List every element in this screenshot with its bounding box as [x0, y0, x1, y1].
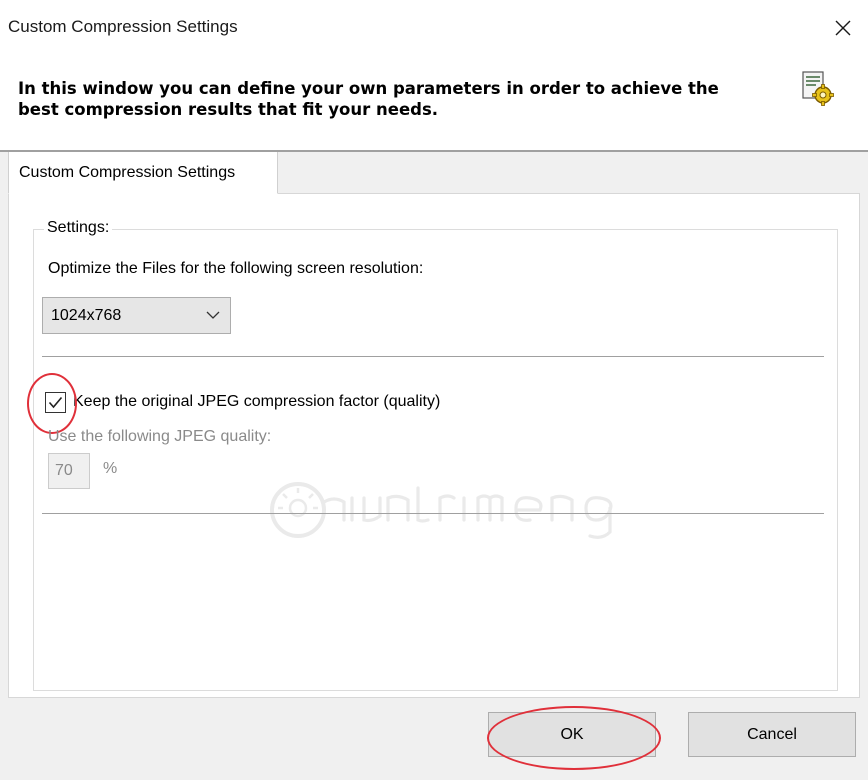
settings-divider-top — [42, 356, 824, 357]
resolution-dropdown-value: 1024x768 — [51, 306, 122, 324]
jpeg-quality-label: Use the following JPEG quality: — [48, 428, 272, 445]
keep-original-checkbox[interactable] — [45, 392, 66, 413]
settings-gear-icon — [802, 71, 834, 106]
ok-button[interactable]: OK — [488, 712, 656, 757]
resolution-label: Optimize the Files for the following scr… — [48, 260, 424, 277]
jpeg-quality-input: 70 — [48, 453, 90, 489]
chevron-down-icon — [206, 311, 220, 319]
close-icon — [835, 20, 851, 36]
tab-custom-compression-settings[interactable]: Custom Compression Settings — [8, 152, 278, 194]
settings-divider-bottom — [42, 513, 824, 514]
jpeg-quality-value: 70 — [55, 462, 73, 479]
checkmark-icon — [48, 396, 63, 409]
resolution-dropdown[interactable]: 1024x768 — [42, 297, 231, 334]
close-button[interactable] — [818, 0, 868, 56]
title-bar: Custom Compression Settings — [0, 0, 868, 56]
window-title: Custom Compression Settings — [8, 17, 238, 36]
settings-group-label: Settings: — [44, 219, 113, 237]
keep-original-label[interactable]: Keep the original JPEG compression facto… — [73, 393, 440, 411]
header-description: In this window you can define your own p… — [18, 79, 719, 119]
quality-percent-unit: % — [103, 460, 118, 477]
header-panel: In this window you can define your own p… — [0, 56, 868, 152]
cancel-button[interactable]: Cancel — [688, 712, 856, 757]
